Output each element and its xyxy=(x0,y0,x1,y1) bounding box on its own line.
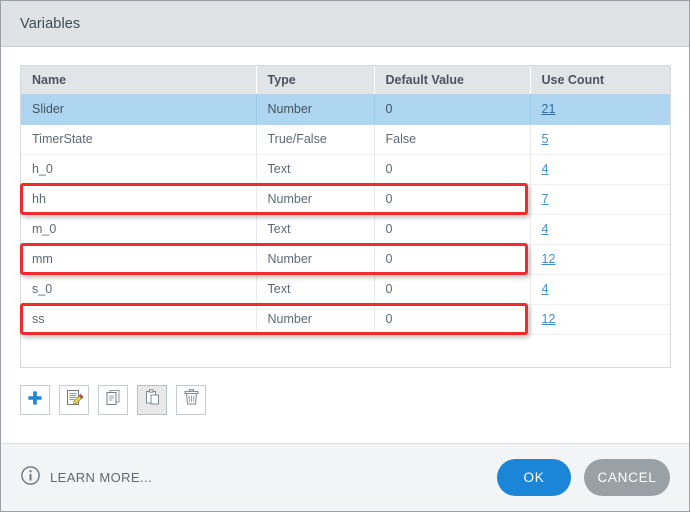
cell-name: s_0 xyxy=(21,274,257,305)
delete-button[interactable] xyxy=(176,385,206,415)
dialog-title: Variables xyxy=(20,15,81,32)
cell-default-value: False xyxy=(374,124,531,155)
cell-name: ss xyxy=(21,304,257,335)
ok-button[interactable]: OK xyxy=(497,459,571,496)
table-row[interactable]: TimerState True/False False 5 xyxy=(21,124,670,155)
cell-name: Slider xyxy=(21,94,257,125)
cell-type: Text xyxy=(256,154,375,185)
edit-variable-button[interactable] xyxy=(59,385,89,415)
use-count-link[interactable]: 12 xyxy=(542,252,556,266)
use-count-link[interactable]: 21 xyxy=(542,102,556,116)
variables-toolbar xyxy=(20,385,206,415)
paste-button[interactable] xyxy=(137,385,167,415)
use-count-link[interactable]: 4 xyxy=(542,222,549,236)
cell-type: Number xyxy=(256,244,375,275)
cell-type: Text xyxy=(256,214,375,245)
cell-name: hh xyxy=(21,184,257,215)
paste-icon xyxy=(143,388,162,412)
dialog-titlebar: Variables xyxy=(1,1,689,47)
cell-default-value: 0 xyxy=(374,274,531,305)
cell-default-value: 0 xyxy=(374,154,531,185)
cell-use-count: 21 xyxy=(530,94,670,125)
cell-default-value: 0 xyxy=(374,214,531,245)
column-header-type[interactable]: Type xyxy=(256,66,375,94)
cell-use-count: 4 xyxy=(530,214,670,245)
cell-default-value: 0 xyxy=(374,244,531,275)
table-row[interactable]: s_0 Text 0 4 xyxy=(21,274,670,305)
table-row[interactable]: hh Number 0 7 xyxy=(21,184,670,215)
cell-type: True/False xyxy=(256,124,375,155)
cell-default-value: 0 xyxy=(374,304,531,335)
add-variable-button[interactable] xyxy=(20,385,50,415)
column-header-name[interactable]: Name xyxy=(21,66,257,94)
column-header-use[interactable]: Use Count xyxy=(530,66,670,94)
copy-button[interactable] xyxy=(98,385,128,415)
cell-use-count: 5 xyxy=(530,124,670,155)
cell-name: m_0 xyxy=(21,214,257,245)
cell-use-count: 4 xyxy=(530,154,670,185)
cell-use-count: 7 xyxy=(530,184,670,215)
table-row[interactable]: h_0 Text 0 4 xyxy=(21,154,670,185)
use-count-link[interactable]: 4 xyxy=(542,282,549,296)
dialog-body: Name Type Default Value Use Count Slider… xyxy=(1,47,689,443)
cancel-button[interactable]: CANCEL xyxy=(584,459,670,496)
delete-trash-icon xyxy=(182,388,201,412)
variables-table-body: Slider Number 0 21 TimerState True/False False… xyxy=(21,94,670,335)
cell-name: h_0 xyxy=(21,154,257,185)
table-row[interactable]: m_0 Text 0 4 xyxy=(21,214,670,245)
cell-type: Number xyxy=(256,304,375,335)
cell-name: TimerState xyxy=(21,124,257,155)
cell-type: Number xyxy=(256,94,375,125)
edit-pencil-icon xyxy=(65,388,84,412)
use-count-link[interactable]: 5 xyxy=(542,132,549,146)
table-header-row: Name Type Default Value Use Count xyxy=(21,66,670,94)
use-count-link[interactable]: 4 xyxy=(542,162,549,176)
column-header-default[interactable]: Default Value xyxy=(374,66,531,94)
use-count-link[interactable]: 7 xyxy=(542,192,549,206)
cell-use-count: 12 xyxy=(530,244,670,275)
variables-dialog: Variables Name Type Default Value Use Co… xyxy=(0,0,690,512)
learn-more-link[interactable]: LEARN MORE... xyxy=(20,465,152,491)
dialog-footer: LEARN MORE... OK CANCEL xyxy=(1,443,689,511)
cell-name: mm xyxy=(21,244,257,275)
table-row[interactable]: mm Number 0 12 xyxy=(21,244,670,275)
cell-type: Number xyxy=(256,184,375,215)
variables-table: Name Type Default Value Use Count Slider… xyxy=(21,66,670,335)
copy-icon xyxy=(104,388,123,412)
table-row[interactable]: ss Number 0 12 xyxy=(21,304,670,335)
info-circle-icon xyxy=(20,465,41,491)
cell-use-count: 12 xyxy=(530,304,670,335)
cell-default-value: 0 xyxy=(374,94,531,125)
variables-table-container: Name Type Default Value Use Count Slider… xyxy=(20,65,671,368)
cell-use-count: 4 xyxy=(530,274,670,305)
add-plus-icon xyxy=(26,389,44,412)
learn-more-label: LEARN MORE... xyxy=(50,470,152,485)
cell-default-value: 0 xyxy=(374,184,531,215)
cell-type: Text xyxy=(256,274,375,305)
use-count-link[interactable]: 12 xyxy=(542,312,556,326)
table-row[interactable]: Slider Number 0 21 xyxy=(21,94,670,125)
